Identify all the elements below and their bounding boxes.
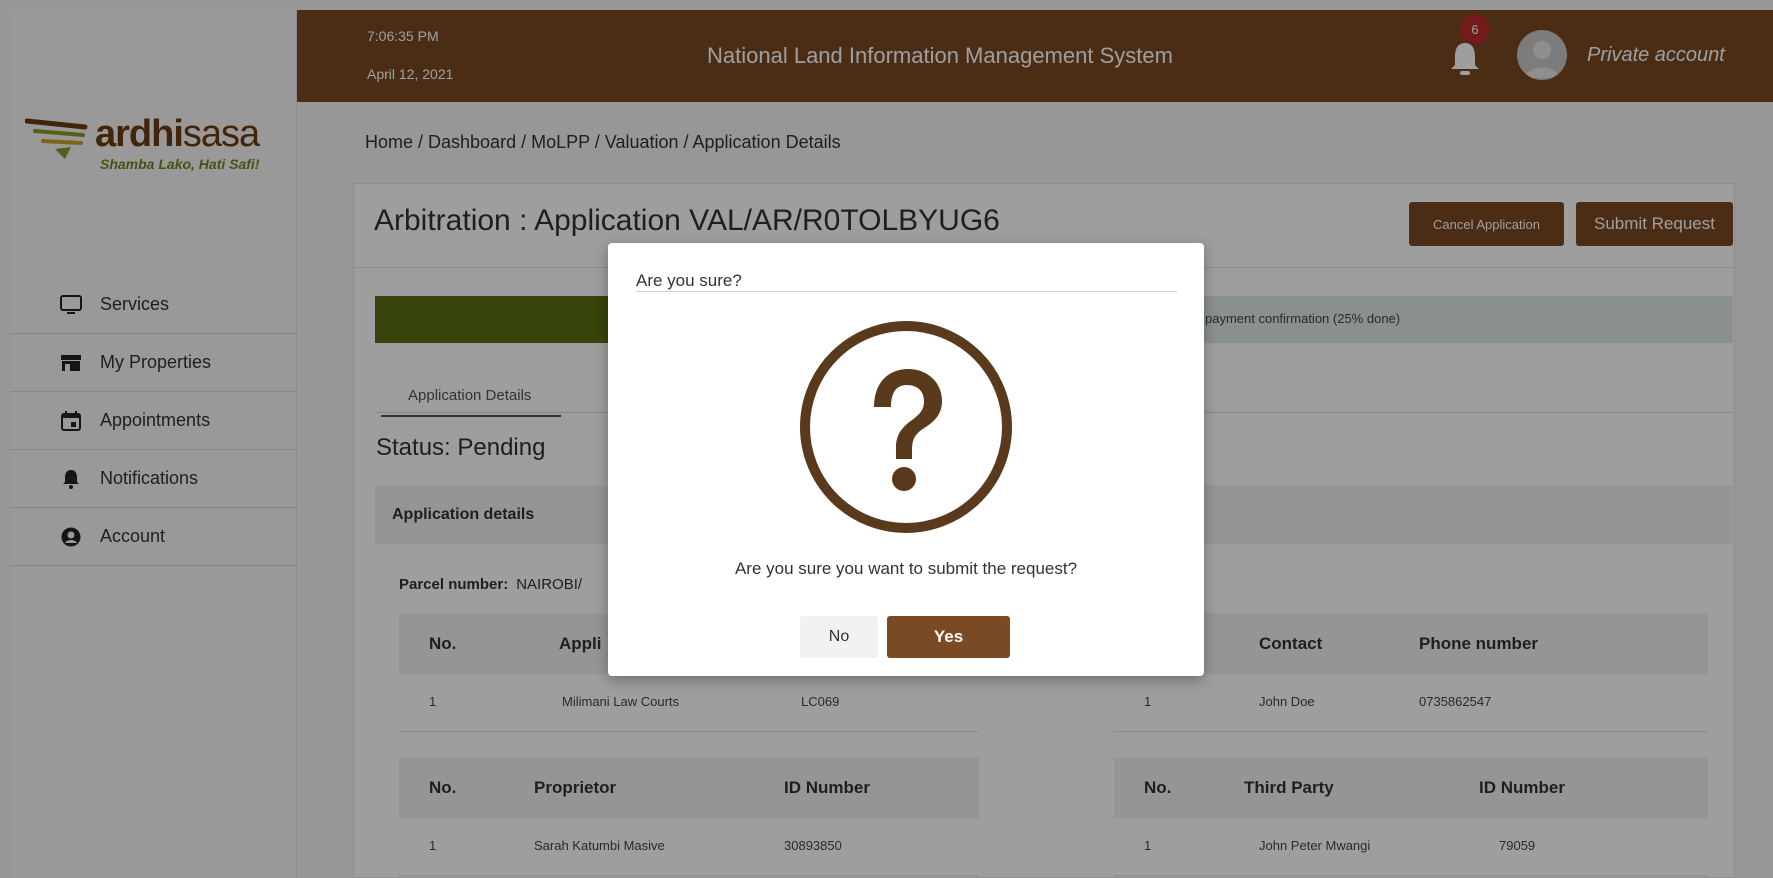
- yes-button[interactable]: Yes: [887, 616, 1010, 658]
- no-button[interactable]: No: [800, 616, 878, 658]
- question-mark-icon: [800, 321, 1012, 533]
- dialog-message: Are you sure you want to submit the requ…: [734, 559, 1078, 578]
- confirm-dialog: Are you sure? Are you sure you want to s…: [608, 243, 1204, 676]
- dialog-title: Are you sure?: [636, 271, 742, 290]
- divider: [636, 291, 1177, 292]
